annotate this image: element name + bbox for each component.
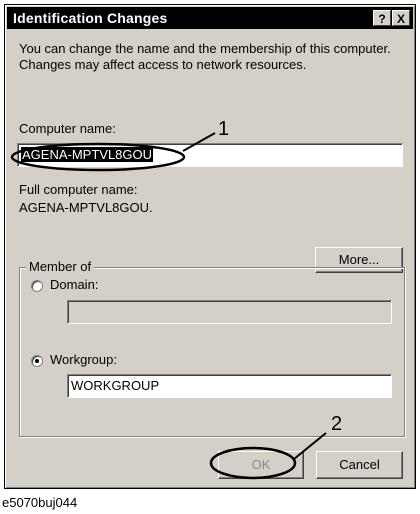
callout-1-leader: [182, 132, 216, 152]
callout-number-1: 1: [218, 118, 230, 140]
callout-number-2: 2: [331, 413, 343, 435]
figure-caption: e5070buj044: [2, 495, 78, 510]
callout-2-ellipse: [209, 446, 297, 480]
callout-2-leader: [293, 432, 327, 460]
annotation-overlay: [10, 132, 327, 480]
callout-1-ellipse: [10, 142, 186, 172]
